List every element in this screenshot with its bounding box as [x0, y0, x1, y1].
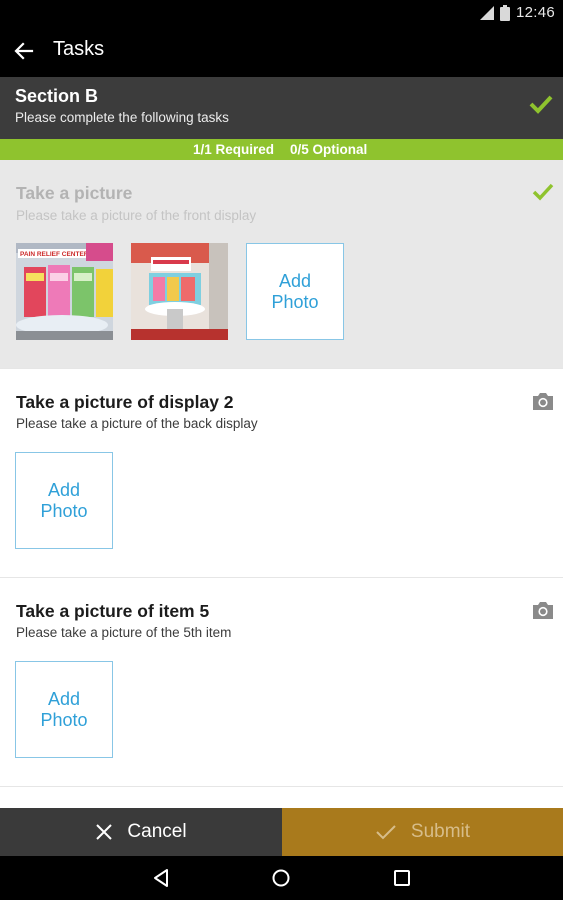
action-bar: Cancel Submit: [0, 808, 563, 856]
task-description: Please take a picture of the front displ…: [16, 208, 257, 223]
battery-icon: [499, 4, 510, 21]
progress-summary: 1/1 Required 0/5 Optional: [0, 139, 563, 160]
nav-back-icon[interactable]: [150, 867, 172, 889]
add-photo-label: Add: [278, 270, 311, 291]
required-count: 1/1 Required: [193, 142, 275, 157]
section-title: Section B: [15, 86, 99, 106]
add-photo-label: Photo: [40, 709, 88, 730]
add-photo-button[interactable]: Add Photo: [15, 661, 113, 758]
page-title: Tasks: [53, 38, 105, 60]
submit-label: Submit: [410, 821, 471, 842]
camera-icon[interactable]: [532, 391, 554, 411]
add-photo-button[interactable]: Add Photo: [246, 243, 344, 340]
optional-count: 0/5 Optional: [290, 142, 368, 157]
add-photo-label: Add: [47, 479, 80, 500]
camera-icon[interactable]: [532, 600, 554, 620]
add-photo-label: Add: [47, 688, 80, 709]
submit-button[interactable]: Submit: [282, 808, 563, 856]
task-display-2[interactable]: Take a picture of display 2 Please take …: [0, 369, 563, 578]
app-bar: Tasks: [0, 25, 563, 77]
store-display-photo-1[interactable]: PAIN RELIEF CENTER: [16, 243, 113, 340]
task-description: Please take a picture of the back displa…: [16, 416, 258, 431]
task-title: Take a picture of item 5: [16, 601, 210, 621]
checkmark-icon: [532, 183, 554, 201]
task-item-5[interactable]: Take a picture of item 5 Please take a p…: [0, 578, 563, 787]
section-header: Section B Please complete the following …: [0, 77, 563, 139]
task-take-a-picture[interactable]: Take a picture Please take a picture of …: [0, 160, 563, 369]
cancel-label: Cancel: [127, 821, 187, 842]
nav-recents-icon[interactable]: [391, 867, 413, 889]
nav-home-icon[interactable]: [270, 867, 292, 889]
store-display-photo-2[interactable]: [131, 243, 228, 340]
task-description: Please take a picture of the 5th item: [16, 625, 232, 640]
clock: 12:46: [515, 4, 555, 21]
task-title: Take a picture: [16, 183, 133, 203]
add-photo-label: Photo: [40, 500, 88, 521]
svg-text:PAIN RELIEF CENTER: PAIN RELIEF CENTER: [20, 251, 89, 258]
close-icon: [96, 824, 113, 840]
arrow-back-icon: [14, 42, 34, 60]
system-nav-bar: [0, 856, 563, 900]
checkmark-icon: [376, 825, 396, 840]
signal-icon: [479, 5, 494, 20]
add-photo-button[interactable]: Add Photo: [15, 452, 113, 549]
status-bar: 12:46: [0, 0, 563, 25]
section-subtitle: Please complete the following tasks: [15, 110, 229, 125]
add-photo-label: Photo: [271, 291, 319, 312]
cancel-button[interactable]: Cancel: [0, 808, 282, 856]
task-title: Take a picture of display 2: [16, 392, 234, 412]
checkmark-icon: [529, 95, 553, 114]
back-button[interactable]: [10, 37, 38, 65]
